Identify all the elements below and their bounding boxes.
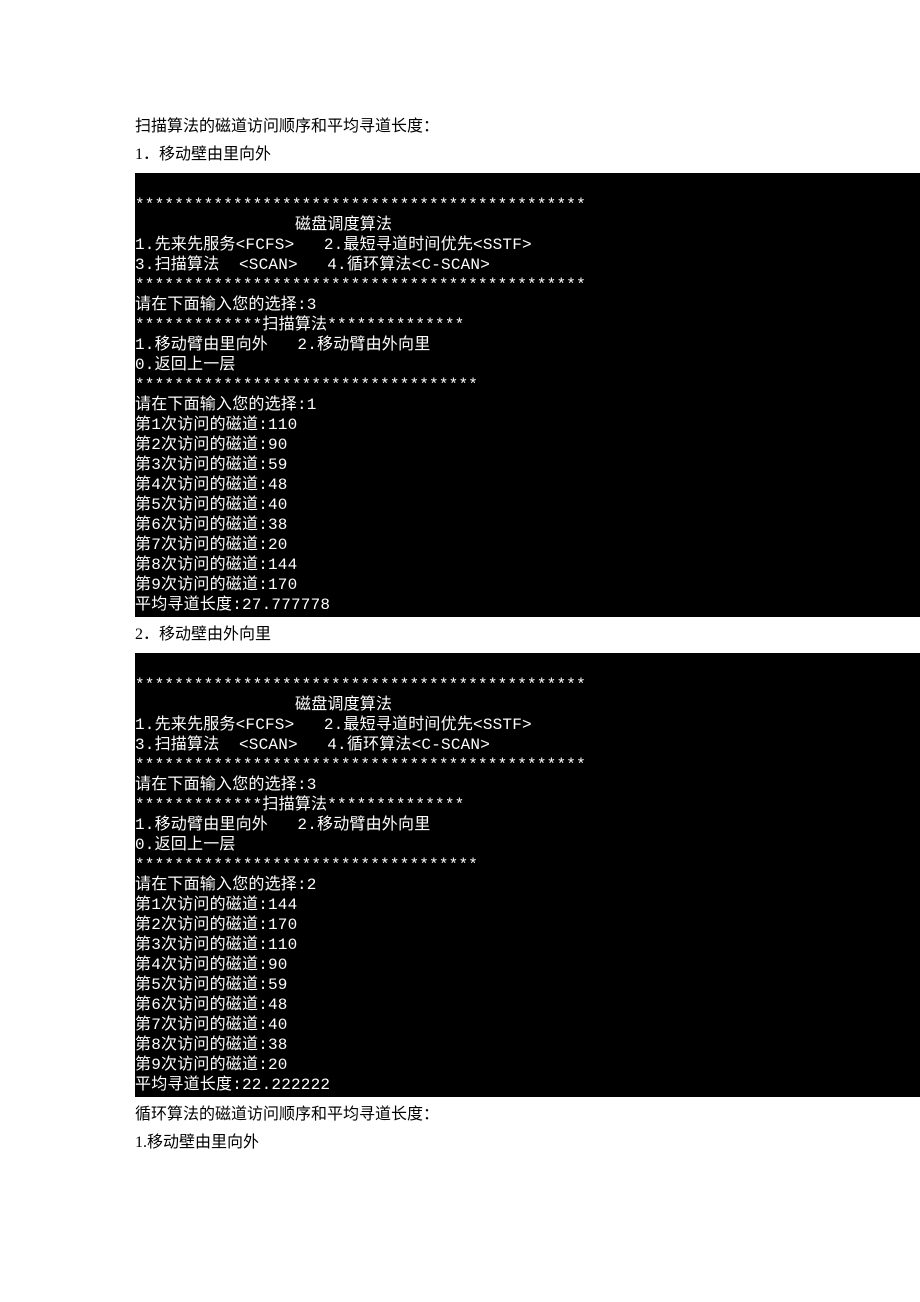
section1-heading: 扫描算法的磁道访问顺序和平均寻道长度： — [135, 115, 785, 139]
section2-sub: 2．移动壁由外向里 — [135, 623, 785, 647]
stars-line: ****************************************… — [135, 676, 586, 694]
section3-sub: 1.移动壁由里向外 — [135, 1131, 785, 1155]
prompt-line: 请在下面输入您的选择:3 — [135, 776, 317, 794]
track-line: 第1次访问的磁道:110 — [135, 416, 297, 434]
scan-header: *************扫描算法************** — [135, 796, 464, 814]
avg-line: 平均寻道长度:27.777778 — [135, 596, 330, 614]
track-line: 第3次访问的磁道:59 — [135, 456, 288, 474]
stars-line: *********************************** — [135, 856, 478, 874]
terminal-title: 磁盘调度算法 — [135, 215, 392, 235]
scan-menu-2: 0.返回上一层 — [135, 356, 236, 374]
track-line: 第2次访问的磁道:170 — [135, 916, 297, 934]
track-line: 第5次访问的磁道:59 — [135, 976, 288, 994]
track-line: 第8次访问的磁道:38 — [135, 1036, 288, 1054]
prompt-line: 请在下面输入您的选择:2 — [135, 876, 317, 894]
avg-line: 平均寻道长度:22.222222 — [135, 1076, 330, 1094]
menu-line-2: 3.扫描算法 <SCAN> 4.循环算法<C-SCAN> — [135, 256, 490, 274]
stars-line: *********************************** — [135, 376, 478, 394]
track-line: 第8次访问的磁道:144 — [135, 556, 297, 574]
track-line: 第9次访问的磁道:170 — [135, 576, 297, 594]
track-line: 第5次访问的磁道:40 — [135, 496, 288, 514]
track-line: 第7次访问的磁道:40 — [135, 1016, 288, 1034]
track-line: 第6次访问的磁道:48 — [135, 996, 288, 1014]
menu-line-1: 1.先来先服务<FCFS> 2.最短寻道时间优先<SSTF> — [135, 236, 532, 254]
terminal-2: *********************************** *****… — [135, 653, 920, 1097]
terminal-title: 磁盘调度算法 — [135, 695, 392, 715]
track-line: 第7次访问的磁道:20 — [135, 536, 288, 554]
terminal-1: *********************************** *****… — [135, 173, 920, 617]
track-line: 第2次访问的磁道:90 — [135, 436, 288, 454]
prompt-line: 请在下面输入您的选择:3 — [135, 296, 317, 314]
scan-header: *************扫描算法************** — [135, 316, 464, 334]
stars-line: ****************************************… — [135, 756, 586, 774]
stars-line: ****************************************… — [135, 276, 586, 294]
track-line: 第9次访问的磁道:20 — [135, 1056, 288, 1074]
section3-heading: 循环算法的磁道访问顺序和平均寻道长度： — [135, 1103, 785, 1127]
track-line: 第6次访问的磁道:38 — [135, 516, 288, 534]
scan-menu-1: 1.移动臂由里向外 2.移动臂由外向里 — [135, 816, 430, 834]
stars-line: ****************************************… — [135, 196, 586, 214]
track-line: 第4次访问的磁道:90 — [135, 956, 288, 974]
scan-menu-2: 0.返回上一层 — [135, 836, 236, 854]
section1-sub: 1．移动壁由里向外 — [135, 143, 785, 167]
track-line: 第4次访问的磁道:48 — [135, 476, 288, 494]
track-line: 第3次访问的磁道:110 — [135, 936, 297, 954]
prompt-line: 请在下面输入您的选择:1 — [135, 396, 317, 414]
track-line: 第1次访问的磁道:144 — [135, 896, 297, 914]
scan-menu-1: 1.移动臂由里向外 2.移动臂由外向里 — [135, 336, 430, 354]
menu-line-2: 3.扫描算法 <SCAN> 4.循环算法<C-SCAN> — [135, 736, 490, 754]
menu-line-1: 1.先来先服务<FCFS> 2.最短寻道时间优先<SSTF> — [135, 716, 532, 734]
